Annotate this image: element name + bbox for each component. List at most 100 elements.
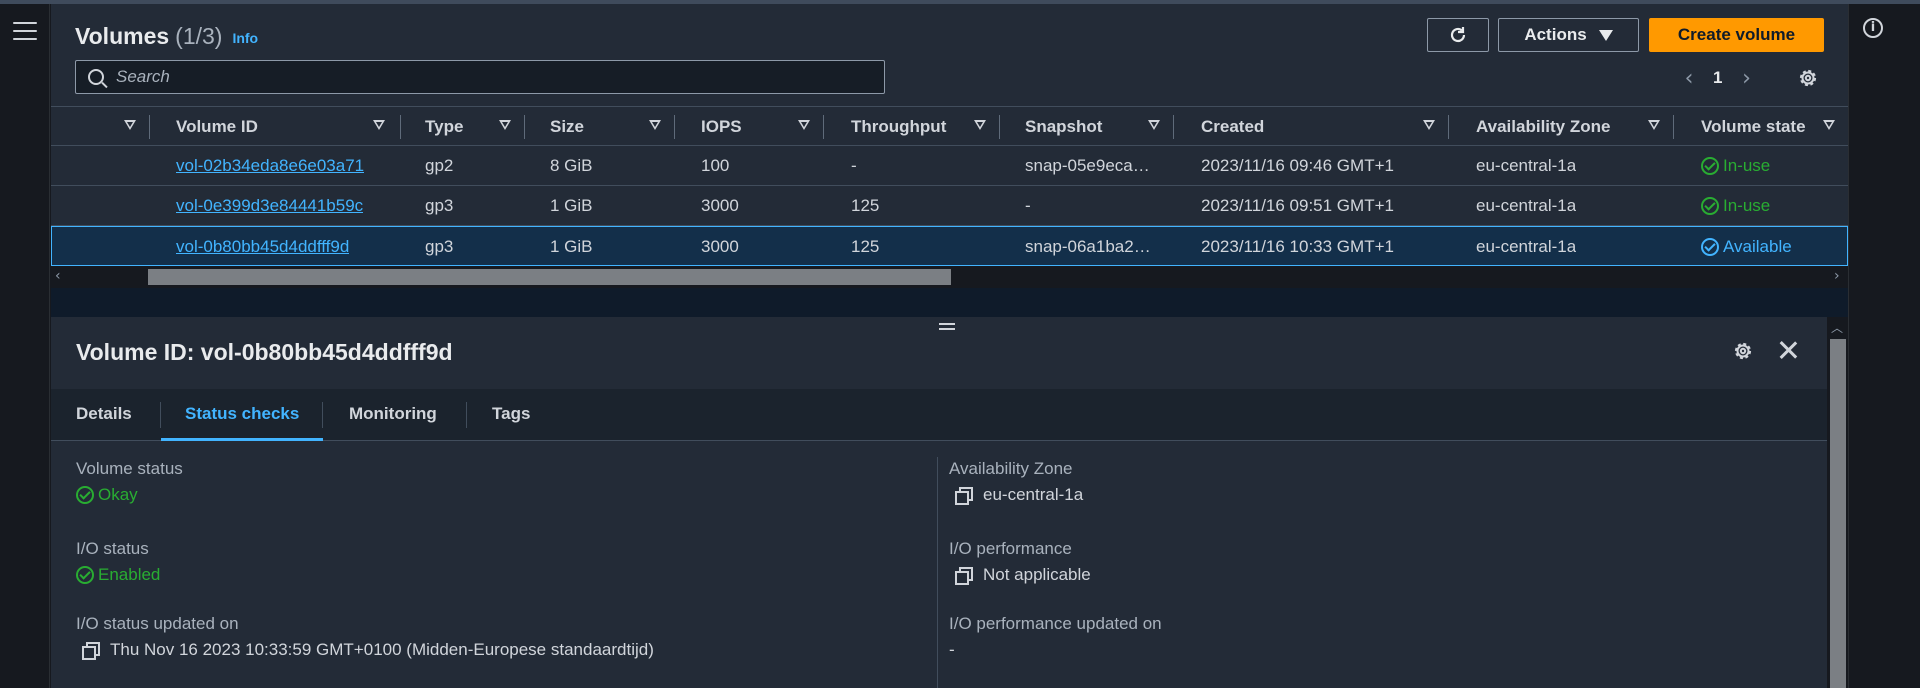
actions-label: Actions [1524,25,1587,44]
column-divider [1173,115,1174,139]
sort-icon[interactable] [798,120,810,130]
info-link[interactable]: Info [232,30,258,46]
sort-icon[interactable] [1648,120,1660,130]
volume-id-link[interactable]: vol-0e399d3e84441b59c [176,196,363,215]
copy-icon[interactable] [955,567,973,585]
actions-button[interactable]: Actions [1498,18,1639,52]
current-page[interactable]: 1 [1713,68,1722,88]
volume-status-label: Volume status [76,459,183,478]
volume-id-cell[interactable]: vol-0b80bb45d4ddfff9d [176,227,349,267]
volumes-table-panel: Volumes (1/3) Info Actions Create volume… [51,4,1848,288]
chevron-right-icon[interactable]: › [1734,66,1758,91]
pagination: ‹ 1 › [1677,66,1758,91]
scroll-up-icon[interactable]: ︿ [1831,319,1843,336]
column-header-availability-zone[interactable]: Availability Zone [1476,107,1610,147]
table-row[interactable]: vol-0e399d3e84441b59c gp3 1 GiB 3000 125… [51,186,1848,226]
size-cell: 1 GiB [550,237,593,256]
left-nav-rail [0,4,50,688]
availability-zone-text: eu-central-1a [983,485,1084,504]
scroll-right-icon[interactable]: › [1834,268,1840,284]
tab-monitoring[interactable]: Monitoring [349,389,437,441]
column-header-type[interactable]: Type [425,107,463,147]
tab-divider [322,402,323,428]
tab-tags[interactable]: Tags [492,389,530,441]
vertical-scrollbar[interactable]: ︿ [1827,317,1848,688]
copy-icon[interactable] [955,487,973,505]
check-circle-icon [1701,197,1719,215]
table-row-selected[interactable]: vol-0b80bb45d4ddfff9d gp3 1 GiB 3000 125… [51,226,1848,266]
volume-id-cell[interactable]: vol-02b34eda8e6e03a71 [176,146,364,186]
io-status-label: I/O status [76,539,149,558]
iops-cell: 100 [701,156,730,175]
io-status-value: Enabled [76,565,160,585]
sort-icon[interactable] [499,120,511,130]
column-divider [674,115,675,139]
volume-id-link[interactable]: vol-02b34eda8e6e03a71 [176,156,364,175]
menu-icon[interactable] [13,22,37,44]
created-cell: 2023/11/16 09:46 GMT+1 [1201,156,1394,175]
availability-zone-cell: eu-central-1a [1476,196,1577,215]
info-icon[interactable]: i [1863,18,1883,38]
status-badge: In-use [1701,146,1770,186]
sort-icon[interactable] [373,120,385,130]
snapshot-cell: - [1025,196,1031,215]
close-icon[interactable] [1775,337,1801,363]
sort-icon[interactable] [1823,120,1835,130]
type-cell: gp3 [425,196,454,215]
column-header-throughput[interactable]: Throughput [851,107,946,147]
volume-id-link[interactable]: vol-0b80bb45d4ddfff9d [176,237,349,256]
check-circle-icon [76,486,94,504]
column-header-snapshot[interactable]: Snapshot [1025,107,1102,147]
scroll-left-icon[interactable]: ‹ [55,268,61,284]
scrollbar-thumb[interactable] [1830,339,1846,688]
snapshot-cell: snap-06a1ba2… [1025,237,1151,256]
settings-gear-icon[interactable] [1731,339,1755,363]
settings-gear-icon[interactable] [1796,66,1820,90]
throughput-cell: - [851,156,857,175]
column-divider [1448,115,1449,139]
sort-icon[interactable] [974,120,986,130]
check-circle-icon [1701,157,1719,175]
chevron-left-icon[interactable]: ‹ [1677,66,1701,91]
column-header-size[interactable]: Size [550,107,584,147]
column-header-volume-id[interactable]: Volume ID [176,107,258,147]
sort-icon[interactable] [1148,120,1160,130]
tab-status-checks[interactable]: Status checks [161,389,324,441]
sort-icon[interactable] [124,120,136,130]
tab-details[interactable]: Details [76,389,132,441]
column-header-iops[interactable]: IOPS [701,107,742,147]
drag-handle-icon[interactable] [939,323,955,333]
table-row[interactable]: vol-02b34eda8e6e03a71 gp2 8 GiB 100 - sn… [51,146,1848,186]
volume-state-cell: In-use [1701,146,1770,186]
type-cell: gp2 [425,156,454,175]
sort-icon[interactable] [649,120,661,130]
copy-icon[interactable] [82,642,100,660]
scrollbar-thumb[interactable] [148,269,951,285]
sort-icon[interactable] [1423,120,1435,130]
main-content: Volumes (1/3) Info Actions Create volume… [51,4,1848,688]
check-circle-icon [1701,238,1719,256]
io-performance-label: I/O performance [949,539,1072,558]
refresh-button[interactable] [1427,18,1489,52]
right-tools-rail: i [1848,4,1920,688]
volume-id-cell[interactable]: vol-0e399d3e84441b59c [176,186,363,226]
search-field[interactable] [75,60,885,94]
column-divider [1673,115,1674,139]
io-performance-value: Not applicable [955,565,1091,585]
column-divider [149,115,150,139]
created-cell: 2023/11/16 10:33 GMT+1 [1201,237,1394,256]
horizontal-scrollbar[interactable]: ‹ › [51,266,1848,288]
status-text: In-use [1723,196,1771,215]
create-volume-button[interactable]: Create volume [1649,18,1824,52]
io-status-updated-label: I/O status updated on [76,614,239,633]
iops-cell: 3000 [701,237,739,256]
split-panel-title: Volume ID: vol-0b80bb45d4ddfff9d [76,339,453,365]
search-input[interactable] [116,67,876,87]
refresh-icon [1450,27,1466,43]
status-text: Available [1723,237,1792,256]
page-title: Volumes [75,22,170,49]
column-header-volume-state[interactable]: Volume state [1701,107,1806,147]
column-header-created[interactable]: Created [1201,107,1264,147]
volume-state-cell: Available [1701,227,1792,267]
volumes-table: Volume ID Type Size IOPS Throughput Snap… [51,106,1848,266]
